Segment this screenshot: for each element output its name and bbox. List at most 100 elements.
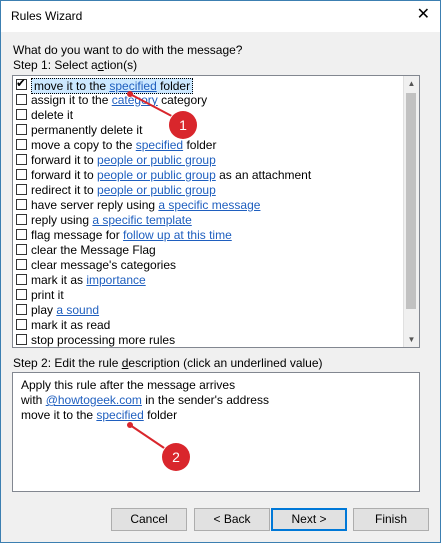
action-row[interactable]: forward it to people or public group as … (15, 168, 405, 183)
cancel-button[interactable]: Cancel (111, 508, 187, 531)
action-row[interactable]: delete it (15, 108, 405, 123)
action-row[interactable]: print it (15, 288, 405, 303)
actions-list[interactable]: move it to the specified folderassign it… (12, 75, 420, 348)
window-title: Rules Wizard (11, 9, 83, 23)
action-link[interactable]: people or public group (97, 183, 216, 197)
action-link[interactable]: follow up at this time (123, 228, 232, 242)
action-checkbox[interactable] (16, 124, 27, 135)
action-row[interactable]: move a copy to the specified folder (15, 138, 405, 153)
action-text-pre: assign it to the (31, 93, 112, 107)
action-checkbox[interactable] (16, 109, 27, 120)
action-row[interactable]: move it to the specified folder (15, 76, 405, 94)
action-link[interactable]: category (112, 93, 158, 107)
action-text: flag message for follow up at this time (31, 228, 232, 242)
action-link[interactable]: specified (109, 79, 156, 93)
action-link[interactable]: people or public group (97, 153, 216, 167)
action-checkbox[interactable] (16, 244, 27, 255)
action-link[interactable]: a sound (56, 303, 99, 317)
action-text: print it (31, 288, 64, 302)
step1-label-pre: Step 1: Select a (13, 58, 98, 72)
action-text-pre: mark it as read (31, 318, 111, 332)
action-row[interactable]: play a sound (15, 303, 405, 318)
action-link[interactable]: a specific template (92, 213, 191, 227)
action-row[interactable]: mark it as importance (15, 273, 405, 288)
action-text-post: as an attachment (215, 168, 312, 182)
action-row[interactable]: forward it to people or public group (15, 153, 405, 168)
scroll-up-icon[interactable]: ▲ (404, 76, 419, 91)
step1-label: Step 1: Select action(s) (13, 58, 137, 72)
action-row[interactable]: have server reply using a specific messa… (15, 198, 405, 213)
action-text: assign it to the category category (31, 93, 207, 107)
specified-folder-link[interactable]: specified (96, 408, 143, 422)
action-checkbox[interactable] (16, 274, 27, 285)
action-text: clear message's categories (31, 258, 176, 272)
step2-label: Step 2: Edit the rule description (click… (13, 356, 323, 370)
action-text: play a sound (31, 303, 99, 317)
action-row[interactable]: redirect it to people or public group (15, 183, 405, 198)
action-checkbox[interactable] (16, 154, 27, 165)
action-text: forward it to people or public group as … (31, 168, 311, 182)
action-text-post: folder (156, 79, 191, 93)
rule-description-box: Apply this rule after the message arrive… (12, 372, 420, 492)
description-line-text: with (21, 393, 46, 407)
prompt-label: What do you want to do with the message? (13, 43, 243, 57)
action-checkbox[interactable] (16, 304, 27, 315)
action-checkbox[interactable] (16, 94, 27, 105)
action-text-pre: move it to the (34, 79, 110, 93)
action-text-pre: delete it (31, 108, 74, 122)
action-checkbox[interactable] (16, 229, 27, 240)
action-checkbox[interactable] (16, 184, 27, 195)
sender-domain-link[interactable]: @howtogeek.com (46, 393, 142, 407)
action-link[interactable]: importance (86, 273, 145, 287)
action-checkbox[interactable] (16, 169, 27, 180)
action-checkbox[interactable] (16, 334, 27, 345)
action-row[interactable]: stop processing more rules (15, 333, 405, 347)
back-button[interactable]: < Back (194, 508, 270, 531)
action-checkbox[interactable] (16, 199, 27, 210)
action-row[interactable]: mark it as read (15, 318, 405, 333)
action-row[interactable]: clear the Message Flag (15, 243, 405, 258)
action-text-pre: clear the Message Flag (31, 243, 156, 257)
step2-label-pre: Step 2: Edit the rule (13, 356, 122, 370)
annotation-badge-1: 1 (169, 111, 197, 139)
description-line-text: in the sender's address (141, 393, 269, 407)
finish-button[interactable]: Finish (353, 508, 429, 531)
annotation-badge-2: 2 (162, 443, 190, 471)
action-text: reply using a specific template (31, 213, 192, 227)
action-text: permanently delete it (31, 123, 142, 137)
action-checkbox[interactable] (16, 319, 27, 330)
action-checkbox[interactable] (16, 259, 27, 270)
action-text: forward it to people or public group (31, 153, 216, 167)
back-button-label: < Back (213, 512, 251, 526)
action-checkbox[interactable] (16, 76, 27, 90)
close-icon[interactable]: ✕ (417, 6, 430, 24)
action-text: mark it as importance (31, 273, 146, 287)
action-text-pre: mark it as (31, 273, 87, 287)
description-line: with @howtogeek.com in the sender's addr… (21, 393, 269, 407)
action-row[interactable]: clear message's categories (15, 258, 405, 273)
action-checkbox[interactable] (16, 214, 27, 225)
action-text-pre: flag message for (31, 228, 124, 242)
action-link[interactable]: specified (136, 138, 183, 152)
action-text: clear the Message Flag (31, 243, 156, 257)
action-text-pre: stop processing more rules (31, 333, 176, 347)
action-row[interactable]: assign it to the category category (15, 93, 405, 108)
action-text-pre: forward it to (31, 153, 98, 167)
scroll-thumb[interactable] (406, 93, 416, 309)
action-text-pre: play (31, 303, 57, 317)
actions-scrollbar[interactable]: ▲ ▼ (403, 76, 419, 347)
action-link[interactable]: a specific message (158, 198, 260, 212)
title-bar: Rules Wizard ✕ (1, 1, 440, 32)
next-button[interactable]: Next > (271, 508, 347, 531)
action-row[interactable]: reply using a specific template (15, 213, 405, 228)
action-text-post: folder (183, 138, 217, 152)
action-checkbox[interactable] (16, 139, 27, 150)
scroll-down-icon[interactable]: ▼ (404, 332, 419, 347)
action-row[interactable]: flag message for follow up at this time (15, 228, 405, 243)
action-row[interactable]: permanently delete it (15, 123, 405, 138)
action-text-pre: print it (31, 288, 64, 302)
description-line-text: folder (143, 408, 178, 422)
action-link[interactable]: people or public group (97, 168, 216, 182)
action-checkbox[interactable] (16, 289, 27, 300)
action-text: move it to the specified folder (31, 78, 194, 94)
